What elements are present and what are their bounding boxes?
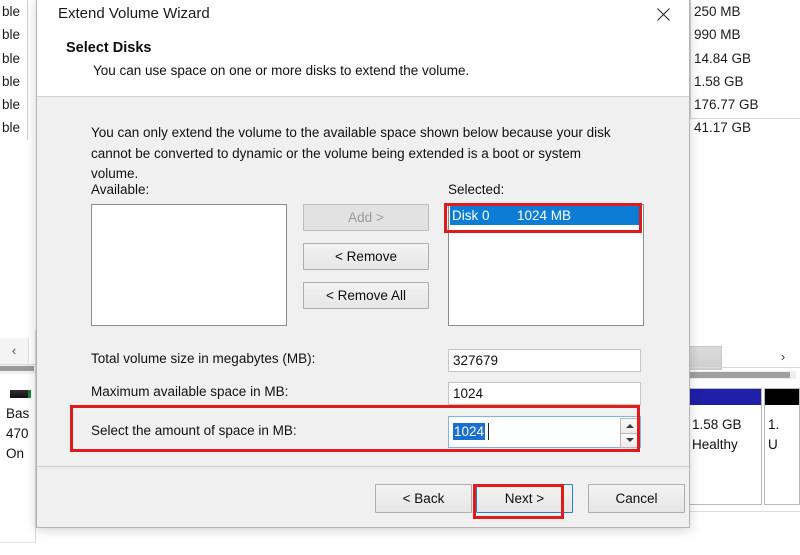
status-bar — [0, 542, 36, 555]
divider — [690, 118, 800, 119]
partition-info: 1.58 GB Healthy — [689, 405, 761, 455]
selected-disks-listbox[interactable]: Disk 0 1024 MB — [448, 204, 644, 326]
select-amount-label: Select the amount of space in MB: — [91, 423, 297, 438]
intro-text: You can only extend the volume to the av… — [91, 125, 611, 181]
spinner-buttons — [620, 418, 639, 448]
spinner-up-button[interactable] — [620, 418, 639, 434]
close-icon — [656, 7, 670, 21]
table-cell-size: 1.58 GB — [694, 73, 744, 89]
remove-button[interactable]: < Remove — [303, 243, 429, 270]
dialog-footer: < Back Next > Cancel — [37, 469, 689, 527]
available-label: Available: — [91, 182, 150, 197]
background-size-column: 250 MB 990 MB 14.84 GB 1.58 GB 176.77 GB… — [694, 0, 800, 140]
partition-status: Healthy — [692, 437, 738, 452]
remove-all-button[interactable]: < Remove All — [303, 282, 429, 309]
select-amount-row: Select the amount of space in MB: 1024 — [91, 416, 641, 448]
chevron-down-icon — [625, 438, 634, 443]
disk-name: Disk 0 — [452, 208, 490, 223]
extend-volume-wizard-dialog: Extend Volume Wizard Select Disks You ca… — [36, 0, 690, 528]
scrollbar-thumb[interactable] — [0, 366, 34, 371]
list-item: ble — [2, 50, 21, 66]
page-title: Select Disks — [66, 40, 152, 56]
total-volume-size-row: Total volume size in megabytes (MB): 327… — [91, 349, 641, 372]
dialog-body: You can only extend the volume to the av… — [37, 97, 689, 468]
list-item: ble — [2, 120, 21, 136]
table-cell-size: 14.84 GB — [694, 50, 752, 66]
partition-size: 1. — [768, 417, 780, 432]
cancel-button[interactable]: Cancel — [588, 484, 685, 513]
list-divider — [27, 0, 28, 140]
divider — [688, 511, 800, 512]
list-item: ble — [2, 27, 21, 43]
table-cell-size: 41.17 GB — [694, 120, 752, 136]
close-button[interactable] — [641, 0, 685, 28]
disk-size: 1024 MB — [517, 208, 572, 223]
table-cell-size: 990 MB — [694, 27, 741, 43]
amount-input-value[interactable]: 1024 — [453, 423, 486, 440]
disk-icon — [10, 390, 31, 398]
maximum-available-space-row: Maximum available space in MB: 1024 — [91, 382, 641, 405]
list-item: ble — [2, 97, 21, 113]
available-disks-listbox[interactable] — [91, 204, 287, 326]
text-caret — [488, 423, 489, 440]
total-volume-size-label: Total volume size in megabytes (MB): — [91, 351, 316, 366]
table-cell-size: 176.77 GB — [694, 97, 759, 113]
partition-size: 1.58 GB — [692, 417, 742, 432]
divider — [688, 367, 800, 368]
partition-block[interactable]: 1. U — [764, 388, 800, 505]
list-divider — [690, 0, 691, 118]
table-cell-size: 250 MB — [694, 4, 741, 19]
partition-color-bar — [689, 389, 761, 405]
maximum-available-space-value: 1024 — [448, 382, 641, 405]
list-item: ble — [2, 4, 21, 19]
scroll-left-arrow-icon[interactable]: ‹ — [0, 338, 29, 364]
dialog-title: Extend Volume Wizard — [58, 5, 210, 22]
screen: ble ble ble ble ble ble 250 MB 990 MB 14… — [0, 0, 800, 555]
dialog-header: Extend Volume Wizard Select Disks You ca… — [37, 0, 689, 97]
scrollbar-thumb[interactable] — [688, 372, 790, 378]
total-volume-size-value: 327679 — [448, 349, 641, 372]
partition-info: 1. U — [765, 405, 799, 455]
transfer-buttons: Add > < Remove < Remove All — [303, 204, 429, 321]
list-item-disk-0[interactable]: Disk 0 1024 MB — [450, 206, 642, 225]
maximum-available-space-label: Maximum available space in MB: — [91, 384, 289, 399]
list-item: ble — [2, 73, 21, 89]
back-button[interactable]: < Back — [375, 484, 472, 513]
partition-status: U — [768, 437, 778, 452]
background-right-pane: › 1.58 GB Healthy 1. U — [688, 330, 800, 554]
add-button[interactable]: Add > — [303, 204, 429, 231]
amount-spinner[interactable]: 1024 — [448, 416, 641, 448]
page-subtitle: You can use space on one or more disks t… — [93, 63, 470, 78]
next-button[interactable]: Next > — [476, 484, 573, 513]
partition-block[interactable]: 1.58 GB Healthy — [688, 388, 762, 505]
scroll-right-arrow-icon[interactable]: › — [772, 346, 794, 368]
divider — [37, 466, 689, 467]
pane-toolbar: › — [688, 338, 800, 370]
spinner-down-button[interactable] — [620, 433, 639, 448]
background-volume-list: ble ble ble ble ble ble — [0, 0, 36, 140]
chevron-up-icon — [625, 423, 634, 428]
partition-color-bar — [765, 389, 799, 405]
selected-label: Selected: — [448, 182, 505, 197]
